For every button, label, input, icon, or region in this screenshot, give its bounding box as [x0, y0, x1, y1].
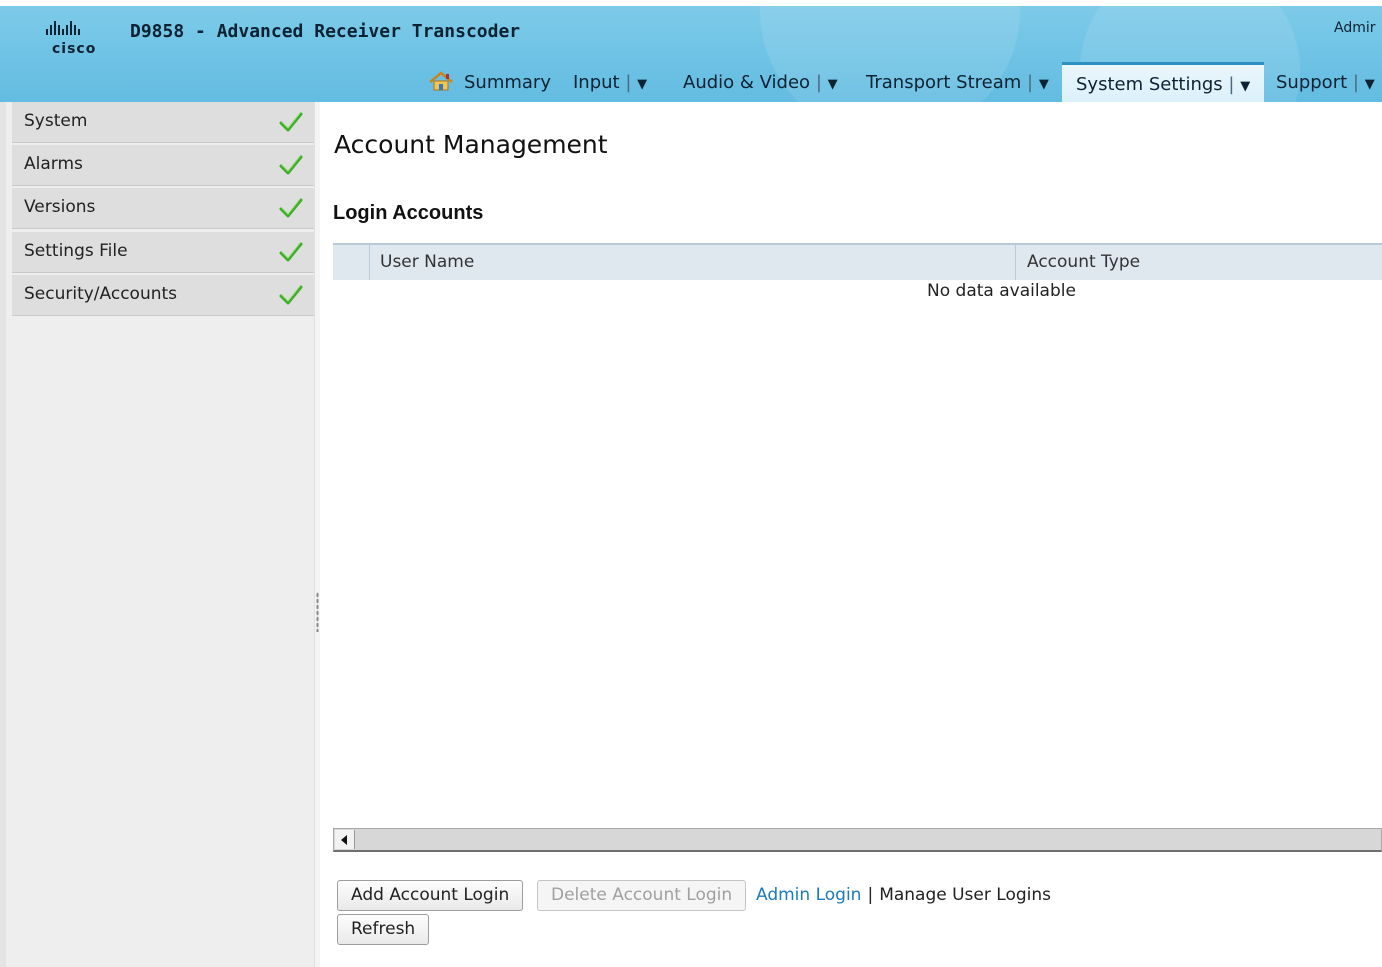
checkmark-icon [279, 155, 303, 175]
checkmark-icon [279, 285, 303, 305]
chevron-down-icon: ▼ [1240, 79, 1251, 94]
sidebar: System Alarms Versions Settings File Sec… [0, 102, 318, 967]
chevron-down-icon: ▼ [1364, 77, 1375, 92]
checkmark-icon [279, 112, 303, 132]
page-title: Account Management [334, 130, 608, 159]
section-title: Login Accounts [333, 202, 484, 224]
nav-separator: | [1228, 74, 1235, 95]
home-icon [429, 71, 453, 91]
nav-separator: | [625, 72, 632, 93]
chevron-down-icon: ▼ [827, 77, 838, 92]
checkmark-icon [279, 198, 303, 218]
sidebar-item-system[interactable]: System [12, 102, 318, 143]
select-all-column[interactable] [333, 245, 370, 280]
nav-system-settings-label: System Settings [1076, 74, 1223, 95]
nav-separator: | [1352, 72, 1359, 93]
sidebar-item-label: Versions [24, 197, 96, 217]
chevron-down-icon: ▼ [637, 77, 648, 92]
nav-support[interactable]: Support | ▼ [1276, 62, 1375, 102]
table-header: User Name Account Type [333, 243, 1382, 280]
splitter-grip-icon[interactable] [316, 592, 319, 632]
scroll-left-icon[interactable] [335, 830, 355, 849]
login-links: Admin Login | Manage User Logins [756, 885, 1051, 905]
user-menu[interactable]: Admir [1334, 20, 1376, 36]
nav-input[interactable]: Input | ▼ [573, 62, 647, 102]
sidebar-item-label: Security/Accounts [24, 284, 178, 304]
main-content: Account Management Login Accounts User N… [320, 102, 1382, 967]
empty-table-message: No data available [927, 281, 1076, 301]
nav-transport-stream[interactable]: Transport Stream | ▼ [866, 62, 1049, 102]
manage-user-logins-label: Manage User Logins [879, 885, 1051, 905]
sidebar-item-label: Settings File [24, 241, 128, 261]
link-separator: | [867, 885, 874, 905]
column-header-account-type[interactable]: Account Type [1027, 252, 1140, 272]
checkmark-icon [279, 242, 303, 262]
nav-audio-video-label: Audio & Video [683, 72, 811, 93]
nav-support-label: Support [1276, 72, 1348, 93]
cisco-bars-icon [46, 21, 80, 35]
app-title: D9858 - Advanced Receiver Transcoder [130, 21, 521, 42]
nav-summary-label: Summary [464, 72, 551, 93]
sidebar-item-alarms[interactable]: Alarms [12, 145, 318, 186]
sidebar-item-versions[interactable]: Versions [12, 188, 318, 229]
app-header: cisco D9858 - Advanced Receiver Transcod… [0, 0, 1382, 102]
sidebar-item-label: System [24, 111, 88, 131]
column-divider[interactable] [1015, 245, 1016, 280]
nav-audio-video[interactable]: Audio & Video | ▼ [683, 62, 838, 102]
nav-separator: | [815, 72, 822, 93]
add-account-login-button[interactable]: Add Account Login [337, 880, 524, 911]
refresh-button[interactable]: Refresh [337, 914, 430, 945]
cisco-wordmark: cisco [52, 41, 97, 57]
column-header-user-name[interactable]: User Name [380, 252, 474, 272]
sidebar-item-label: Alarms [24, 154, 83, 174]
cisco-logo: cisco [44, 18, 124, 62]
nav-transport-stream-label: Transport Stream [866, 72, 1022, 93]
admin-login-link[interactable]: Admin Login [756, 885, 861, 905]
sidebar-item-security-accounts[interactable]: Security/Accounts [12, 275, 318, 316]
chevron-down-icon: ▼ [1038, 77, 1049, 92]
sidebar-item-settings-file[interactable]: Settings File [12, 232, 318, 273]
nav-separator: | [1027, 72, 1034, 93]
delete-account-login-button: Delete Account Login [537, 880, 747, 911]
nav-input-label: Input [573, 72, 620, 93]
main-nav: Summary Input | ▼ Audio & Video | ▼ Tran… [0, 62, 1382, 102]
nav-summary[interactable]: Summary [428, 62, 551, 102]
horizontal-scrollbar[interactable] [333, 828, 1382, 852]
nav-system-settings[interactable]: System Settings | ▼ [1062, 62, 1265, 102]
